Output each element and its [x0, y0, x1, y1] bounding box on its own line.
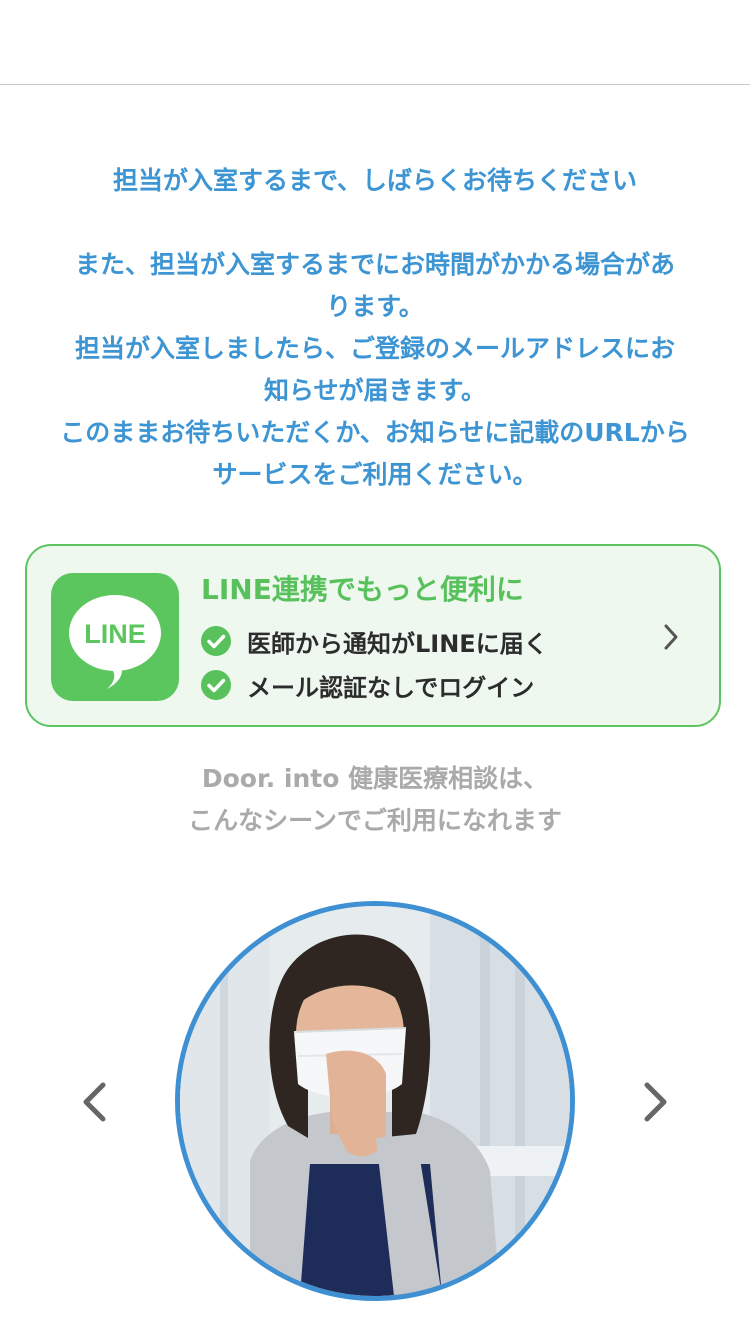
waiting-message-line: サービスをご利用ください。 [212, 460, 538, 489]
chevron-left-icon [83, 1082, 106, 1122]
check-circle-icon [201, 670, 231, 700]
check-circle-icon [201, 626, 231, 656]
waiting-message-line: 担当が入室しましたら、ご登録のメールアドレスにお [74, 334, 675, 363]
line-benefit-item: 医師から通知がLINEに届く [201, 623, 548, 659]
scene-caption-line: Door. into 健康医療相談は、 [201, 764, 549, 793]
page: 担当が入室するまで、しばらくお待ちください また、担当が入室するまでにお時間がか… [0, 0, 750, 1334]
scene-photo [175, 901, 575, 1301]
scene-caption-line: こんなシーンでご利用になれます [188, 806, 562, 835]
carousel-prev-button[interactable] [76, 1080, 116, 1124]
chevron-right-icon [644, 1082, 667, 1122]
line-benefit-text: 医師から通知がLINEに届く [247, 629, 548, 658]
waiting-message: 担当が入室するまで、しばらくお待ちください また、担当が入室するまでにお時間がか… [20, 160, 730, 496]
waiting-message-line: 知らせが届きます。 [263, 376, 486, 405]
line-logo-text: LINE [84, 619, 146, 649]
waiting-message-line: 担当が入室するまで、しばらくお待ちください [112, 166, 637, 195]
top-bar [0, 0, 750, 85]
waiting-message-line: ります。 [326, 292, 424, 321]
chevron-right-icon [664, 624, 678, 650]
line-banner-title: LINE連携でもっと便利に [201, 573, 524, 606]
line-link-banner[interactable]: LINE LINE連携でもっと便利に 医師から通知がLINEに届く メール認証な… [25, 544, 721, 727]
scene-caption: Door. into 健康医療相談は、 こんなシーンでご利用になれます [20, 758, 730, 842]
waiting-message-line: このままお待ちいただくか、お知らせに記載のURLから [60, 418, 690, 447]
line-benefit-item: メール認証なしでログイン [201, 667, 534, 703]
line-benefit-text: メール認証なしでログイン [247, 673, 535, 702]
waiting-message-line: また、担当が入室するまでにお時間がかかる場合があ [74, 250, 675, 279]
carousel-next-button[interactable] [634, 1080, 674, 1124]
line-logo: LINE [51, 573, 179, 701]
